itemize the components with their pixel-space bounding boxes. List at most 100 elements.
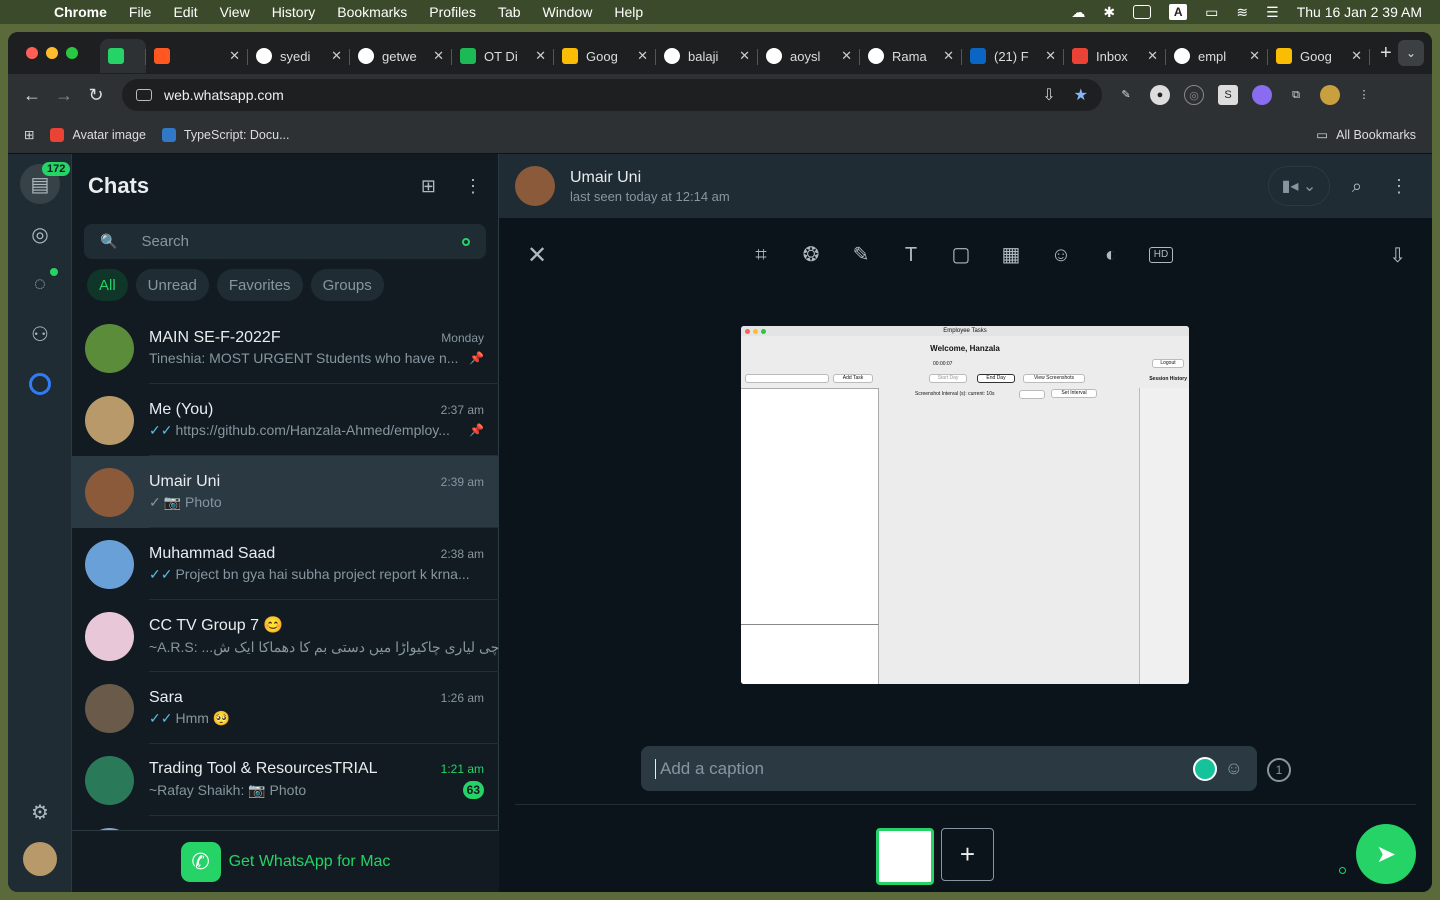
extension-status-icon[interactable]: ✱ <box>1103 4 1115 21</box>
browser-tab[interactable] <box>100 39 146 73</box>
browser-tab[interactable]: ✕ <box>146 39 248 73</box>
conversation-header[interactable]: Umair Uni last seen today at 12:14 am ▮◂… <box>499 154 1432 218</box>
address-bar[interactable]: web.whatsapp.com ⇩ ★ <box>122 79 1102 111</box>
profile-avatar[interactable] <box>23 842 57 876</box>
tab-close-icon[interactable]: ✕ <box>637 48 648 64</box>
install-app-icon[interactable]: ⇩ <box>1042 85 1055 105</box>
menu-file[interactable]: File <box>118 4 163 20</box>
site-info-icon[interactable] <box>136 89 152 101</box>
filter-icon[interactable]: ❂ <box>799 243 823 267</box>
browser-tab[interactable]: (21) F ✕ <box>962 39 1064 73</box>
control-center-icon[interactable]: ☰ <box>1266 4 1279 21</box>
tab-close-icon[interactable]: ✕ <box>1147 48 1158 64</box>
blur-icon[interactable]: ▦ <box>999 243 1023 267</box>
search-input[interactable]: Search <box>141 233 189 250</box>
menu-edit[interactable]: Edit <box>162 4 208 20</box>
tab-search-button[interactable]: ⌄ <box>1398 40 1424 66</box>
browser-tab[interactable]: Rama ✕ <box>860 39 962 73</box>
all-bookmarks-button[interactable]: ▭ All Bookmarks <box>1316 127 1416 143</box>
wifi-icon[interactable]: ≋ <box>1236 4 1248 21</box>
chat-row[interactable]: MAIN SE-F-2022F Monday Tineshia: MOST URGE… <box>72 312 499 384</box>
browser-tab[interactable]: aoysl ✕ <box>758 39 860 73</box>
close-icon[interactable]: ✕ <box>527 241 547 270</box>
minimize-window-button[interactable] <box>46 47 58 59</box>
search-box[interactable]: 🔍 Search <box>84 224 486 259</box>
browser-tab[interactable]: getwe ✕ <box>350 39 452 73</box>
crop-icon[interactable]: ⌗ <box>749 243 773 267</box>
puzzle-extensions-icon[interactable]: ⧉ <box>1286 85 1306 105</box>
menu-history[interactable]: History <box>261 4 327 20</box>
new-chat-icon[interactable]: ⊞ <box>421 176 436 197</box>
search-messages-icon[interactable]: ⌕ <box>1352 176 1362 197</box>
browser-tab[interactable]: Goog ✕ <box>554 39 656 73</box>
browser-tab[interactable]: balaji ✕ <box>656 39 758 73</box>
sticker-icon[interactable]: ◐ <box>1099 243 1123 267</box>
chrome-menu-icon[interactable]: ⋮ <box>1354 85 1374 105</box>
s-extension-icon[interactable]: S <box>1218 85 1238 105</box>
grammarly-icon[interactable] <box>1192 756 1217 781</box>
video-call-button[interactable]: ▮◂ ⌄ <box>1267 166 1330 206</box>
tab-close-icon[interactable]: ✕ <box>331 48 342 64</box>
filter-groups[interactable]: Groups <box>310 269 384 301</box>
menu-tab[interactable]: Tab <box>487 4 532 20</box>
menu-view[interactable]: View <box>209 4 261 20</box>
browser-tab[interactable]: syedi ✕ <box>248 39 350 73</box>
display-icon[interactable] <box>1133 5 1152 19</box>
browser-tab[interactable]: Goog ✕ <box>1268 39 1370 73</box>
pencil-icon[interactable]: ✎ <box>849 243 873 267</box>
bookmark-typescript[interactable]: TypeScript: Docu... <box>161 127 290 142</box>
tab-close-icon[interactable]: ✕ <box>841 48 852 64</box>
tab-close-icon[interactable]: ✕ <box>1249 48 1260 64</box>
menubar-clock[interactable]: Thu 16 Jan 2 39 AM <box>1297 4 1422 20</box>
caption-field[interactable]: Add a caption ☺ <box>641 746 1257 791</box>
send-button[interactable]: ➤ <box>1356 824 1416 884</box>
filter-favorites[interactable]: Favorites <box>216 269 303 301</box>
communities-nav-icon[interactable]: ⚇ <box>20 314 60 354</box>
profile-avatar[interactable] <box>1320 85 1340 105</box>
tab-close-icon[interactable]: ✕ <box>1045 48 1056 64</box>
chat-row[interactable]: Me (You) 2:37 am ✓✓ https://github.com/Hanz… <box>72 384 499 456</box>
compass-extension-icon[interactable]: ◎ <box>1184 85 1204 105</box>
filter-all[interactable]: All <box>87 269 128 301</box>
tab-close-icon[interactable]: ✕ <box>739 48 750 64</box>
contact-info[interactable]: Umair Uni last seen today at 12:14 am <box>570 169 1268 204</box>
contact-avatar[interactable] <box>515 166 555 206</box>
browser-tab[interactable]: Inbox ✕ <box>1064 39 1166 73</box>
view-once-icon[interactable]: 1 <box>1267 758 1291 782</box>
text-icon[interactable]: T <box>899 243 923 267</box>
zoom-window-button[interactable] <box>66 47 78 59</box>
address-url[interactable]: web.whatsapp.com <box>164 87 1024 103</box>
tab-close-icon[interactable]: ✕ <box>535 48 546 64</box>
new-tab-button[interactable]: + <box>1380 42 1392 65</box>
meta-ai-search-icon[interactable] <box>462 237 470 246</box>
caption-emoji-icon[interactable]: ☺ <box>1225 758 1243 779</box>
status-nav-icon[interactable]: ◎ <box>20 214 60 254</box>
chat-row[interactable]: Umair Uni 2:39 am ✓ 📷 Photo <box>72 456 499 528</box>
extension-icon[interactable]: ● <box>1150 85 1170 105</box>
chat-row[interactable]: Muhammad Saad 2:38 am ✓✓ Project bn gya hai… <box>72 528 499 600</box>
filter-unread[interactable]: Unread <box>135 269 209 301</box>
menu-window[interactable]: Window <box>532 4 604 20</box>
chat-row[interactable]: CC TV Group 7 😊1:32 am ~A.R.S: ...کراچی ل… <box>72 600 499 672</box>
tab-close-icon[interactable]: ✕ <box>229 48 240 64</box>
rectangle-icon[interactable]: ▢ <box>949 243 973 267</box>
reload-button[interactable]: ↻ <box>80 85 112 106</box>
menu-app-name[interactable]: Chrome <box>54 4 118 20</box>
menu-icon[interactable]: ⋮ <box>464 176 482 197</box>
back-button[interactable]: ← <box>16 85 48 106</box>
add-media-button[interactable]: + <box>941 828 994 881</box>
chat-row[interactable]: Sara 1:26 am ✓✓ Hmm 🥺 <box>72 672 499 744</box>
menu-profiles[interactable]: Profiles <box>418 4 487 20</box>
forward-button[interactable]: → <box>48 85 80 106</box>
emoji-icon[interactable]: ☺ <box>1049 243 1073 267</box>
conversation-menu-icon[interactable]: ⋮ <box>1390 176 1408 197</box>
ai-extension-icon[interactable] <box>1252 85 1272 105</box>
menu-bookmarks[interactable]: Bookmarks <box>326 4 418 20</box>
tab-close-icon[interactable]: ✕ <box>943 48 954 64</box>
media-thumbnail[interactable] <box>876 828 934 885</box>
bookmark-avatar-image[interactable]: Avatar image <box>50 127 146 142</box>
battery-icon[interactable]: ▭ <box>1205 4 1218 21</box>
input-source-icon[interactable]: A <box>1169 4 1188 20</box>
apps-grid-icon[interactable]: ⊞ <box>24 127 34 142</box>
browser-tab[interactable]: OT Di ✕ <box>452 39 554 73</box>
